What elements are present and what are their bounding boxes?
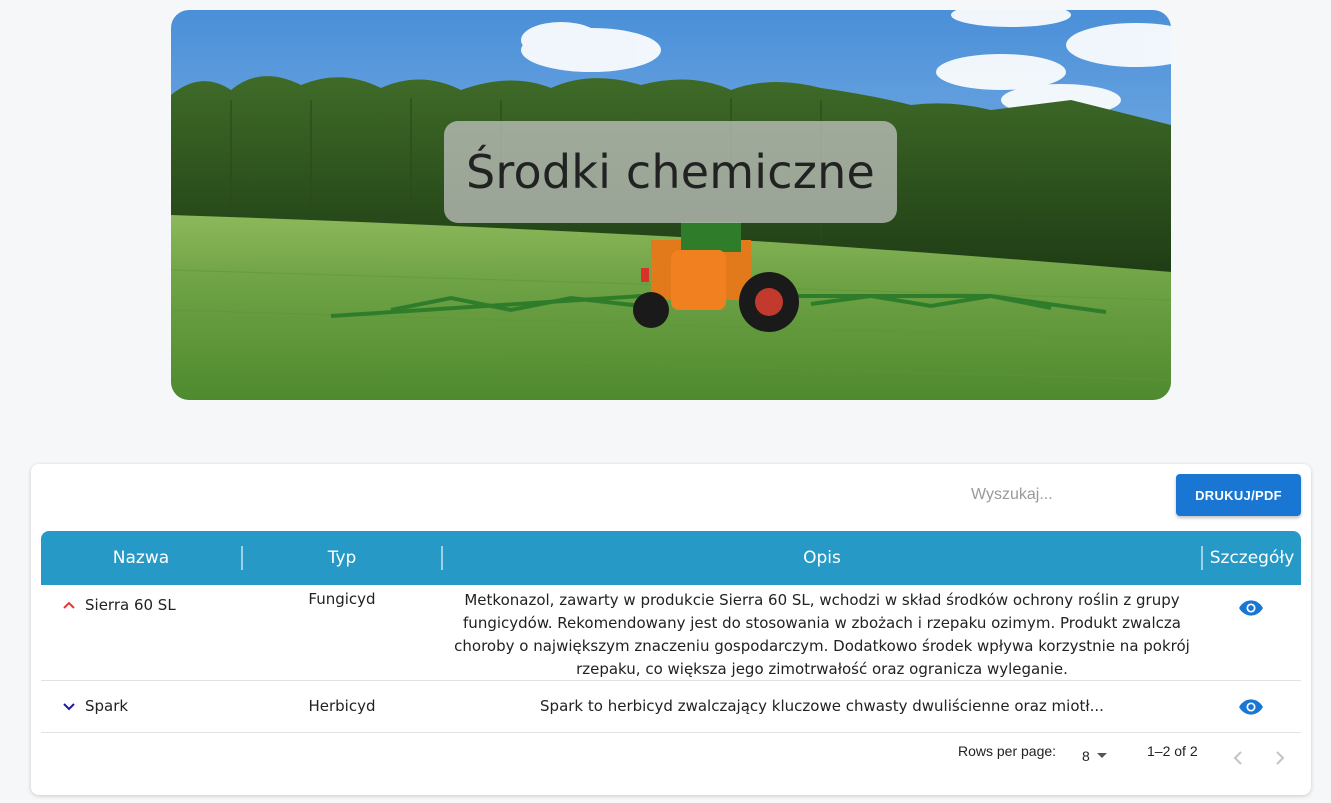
table-row: Sierra 60 SL Fungicyd Metkonazol, zawart… (41, 585, 1301, 681)
product-description: Metkonazol, zawarty w produkcie Sierra 6… (454, 591, 1190, 678)
page-title: Środki chemiczne (466, 145, 875, 199)
product-description: Spark to herbicyd zwalczający kluczowe c… (540, 697, 1104, 715)
product-name: Sierra 60 SL (85, 596, 176, 614)
table-pagination: Rows per page: 8 1–2 of 2 (31, 734, 1311, 784)
caret-down-icon (1096, 753, 1107, 758)
product-type: Fungicyd (308, 590, 376, 608)
previous-page-icon[interactable] (1228, 747, 1250, 769)
column-header-name[interactable]: Nazwa (41, 531, 241, 585)
products-card: DRUKUJ/PDF Nazwa Typ Opis Szczegóły Sier… (31, 464, 1311, 795)
pagination-range: 1–2 of 2 (1147, 743, 1198, 759)
column-header-description[interactable]: Opis (443, 531, 1201, 585)
chevron-up-icon[interactable] (61, 597, 77, 613)
hero-title-box: Środki chemiczne (444, 121, 897, 223)
table-header: Nazwa Typ Opis Szczegóły (41, 531, 1301, 585)
table-row: Spark Herbicyd Spark to herbicyd zwalcza… (41, 681, 1301, 733)
hero-banner: Środki chemiczne (171, 10, 1171, 400)
eye-icon[interactable] (1238, 595, 1264, 621)
chevron-down-icon[interactable] (61, 699, 77, 715)
eye-icon[interactable] (1238, 694, 1264, 720)
rows-per-page-label: Rows per page: (958, 743, 1057, 759)
next-page-icon[interactable] (1268, 747, 1290, 769)
product-type: Herbicyd (308, 697, 376, 715)
search-input[interactable] (965, 478, 1197, 512)
column-header-type[interactable]: Typ (243, 531, 441, 585)
rows-per-page-value: 8 (1082, 748, 1090, 764)
print-pdf-button[interactable]: DRUKUJ/PDF (1176, 474, 1301, 516)
rows-per-page-select[interactable]: 8 (1082, 748, 1108, 764)
column-header-details[interactable]: Szczegóły (1203, 531, 1301, 585)
product-name: Spark (85, 697, 129, 715)
